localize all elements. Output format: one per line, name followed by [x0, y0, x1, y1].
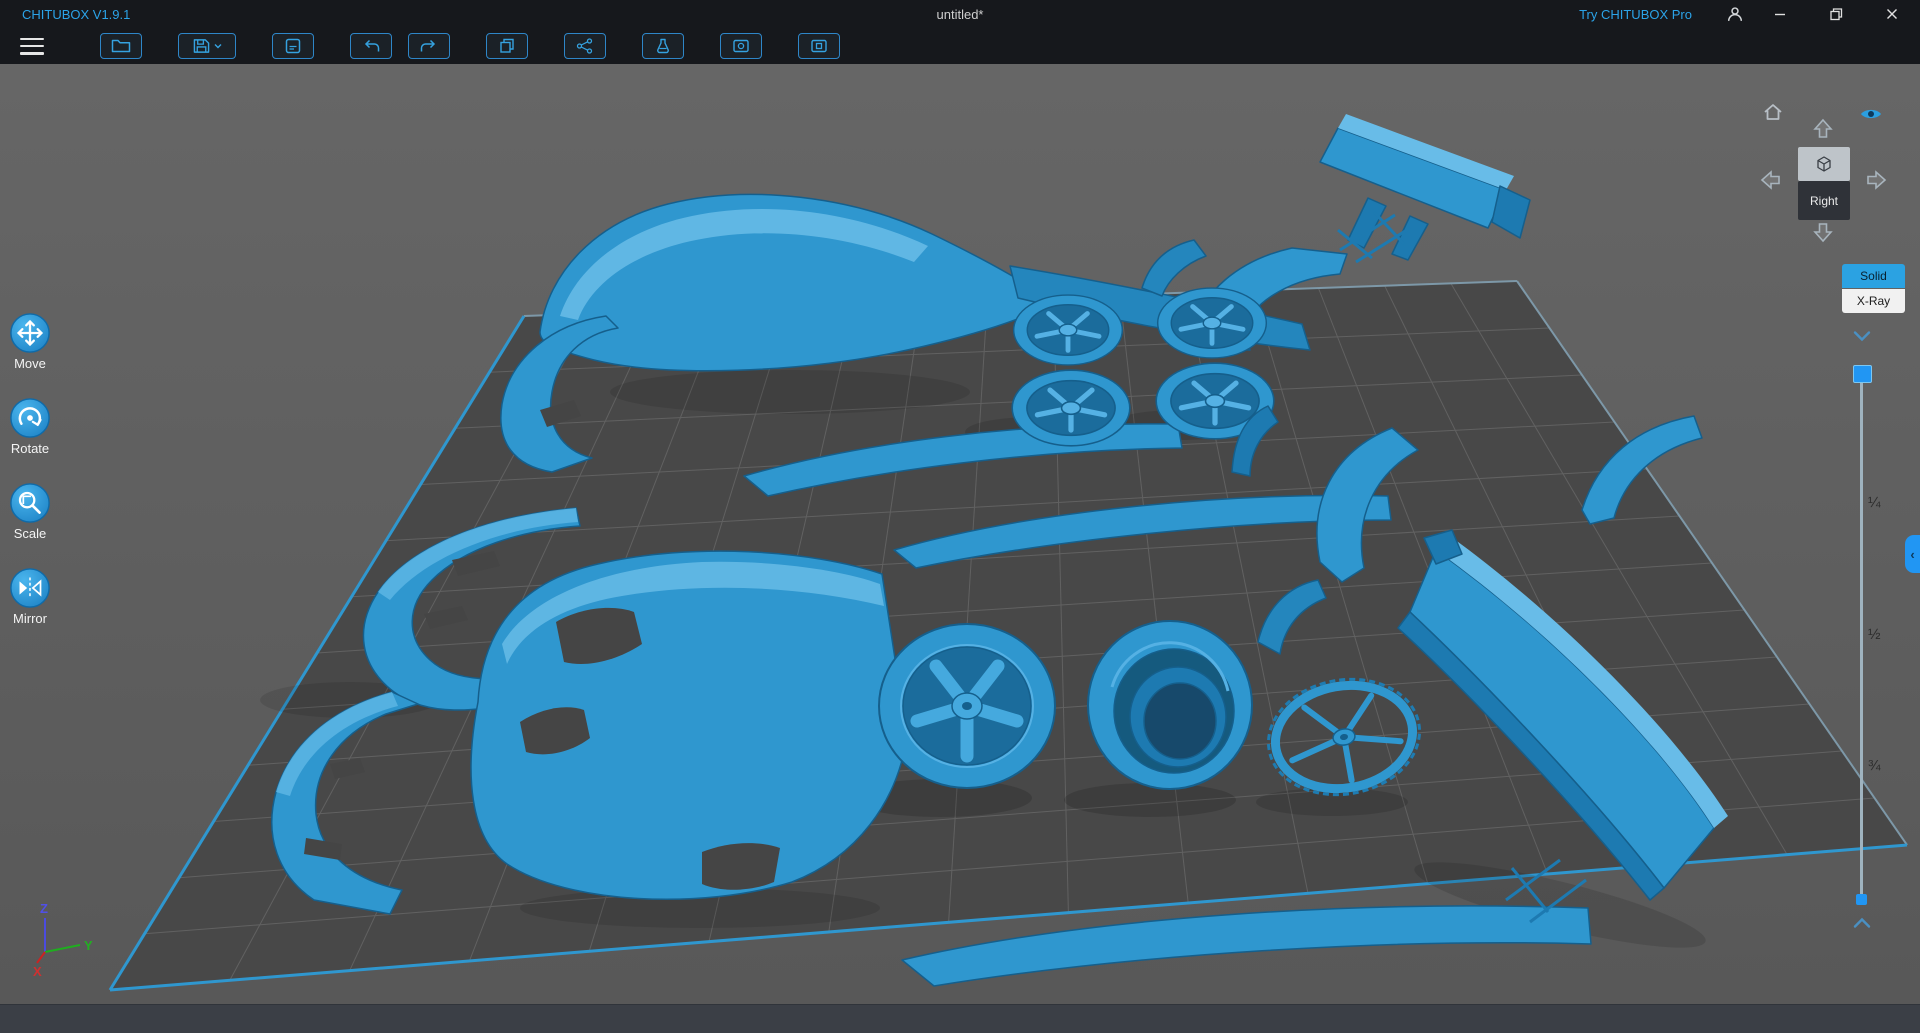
close-button[interactable]	[1864, 0, 1920, 28]
chevron-left-icon: ‹	[1910, 546, 1915, 562]
height-slider-track[interactable]	[1860, 370, 1863, 898]
toolbar-button-redo[interactable]	[408, 33, 450, 59]
view-home-button[interactable]	[1761, 100, 1785, 129]
user-account-button[interactable]	[1718, 0, 1752, 28]
view-cube-top-face[interactable]	[1798, 147, 1850, 181]
slider-label-quarter: ¼	[1868, 494, 1881, 511]
redo-arrow-icon	[420, 39, 436, 51]
slider-collapse-button[interactable]	[1852, 329, 1872, 348]
axis-y-label: Y	[84, 938, 93, 953]
viewport-3d-scene: Z Y X	[0, 64, 1920, 1004]
slider-label-half: ½	[1868, 626, 1881, 643]
minimize-icon	[1775, 13, 1785, 16]
model-part-wheel-large-left[interactable]	[878, 623, 1056, 789]
tool-move[interactable]: Move	[9, 312, 51, 371]
tool-mirror-label: Mirror	[13, 611, 47, 626]
tool-move-label: Move	[14, 356, 46, 371]
render-mode-xray-label: X-Ray	[1856, 294, 1891, 308]
view-rotate-down-button[interactable]	[1811, 220, 1835, 249]
maximize-icon	[1830, 8, 1843, 21]
viewport-3d: Z Y X Move Rotate Scale Mirror Right Sol…	[0, 64, 1920, 1004]
toolbar-button-undo[interactable]	[350, 33, 392, 59]
eye-icon	[1861, 109, 1881, 119]
render-mode-xray-button[interactable]: X-Ray	[1842, 289, 1905, 313]
render-mode-solid-button[interactable]: Solid	[1842, 264, 1905, 288]
settings-panel-flyout-handle[interactable]: ‹	[1905, 535, 1920, 573]
tool-rotate-label: Rotate	[10, 441, 50, 456]
model-part-wheel-small-3[interactable]	[1012, 370, 1130, 446]
axis-x-label: X	[33, 964, 42, 979]
user-icon	[1727, 7, 1743, 21]
toolbar-button-open[interactable]	[100, 33, 142, 59]
toolbar-button-resin[interactable]	[642, 33, 684, 59]
axis-z-label: Z	[40, 901, 48, 916]
title-bar: CHITUBOX V1.9.1 untitled* Try CHITUBOX P…	[0, 0, 1920, 28]
bottom-status-bar	[0, 1004, 1920, 1033]
height-slider-end-marker	[1856, 894, 1867, 905]
app-title: CHITUBOX V1.9.1	[22, 6, 131, 22]
home-icon	[1764, 104, 1782, 120]
view-rotate-up-button[interactable]	[1811, 117, 1835, 146]
tool-scale[interactable]: Scale	[9, 482, 51, 541]
toolbar-button-dig-hole[interactable]	[798, 33, 840, 59]
maximize-button[interactable]	[1808, 0, 1864, 28]
minimize-button[interactable]	[1752, 0, 1808, 28]
scale-icon	[10, 483, 50, 523]
toolbar-button-hollow[interactable]	[720, 33, 762, 59]
toolbar-button-project[interactable]	[272, 33, 314, 59]
model-part-wheel-barrel-right[interactable]	[1087, 620, 1253, 790]
tool-mirror[interactable]: Mirror	[9, 567, 51, 626]
view-orientation-label: Right	[1809, 193, 1838, 208]
toolbar-button-auto-layout[interactable]	[564, 33, 606, 59]
mirror-icon	[10, 568, 50, 608]
chevron-up-icon	[1853, 917, 1871, 928]
network-icon	[576, 38, 593, 54]
folder-icon	[111, 39, 131, 53]
rotate-icon	[10, 398, 50, 438]
punch-hole-icon	[811, 39, 827, 53]
transform-tools-panel: Move Rotate Scale Mirror	[2, 312, 58, 652]
close-icon	[1887, 9, 1897, 19]
model-part-wheel-small-2[interactable]	[1158, 288, 1267, 358]
save-icon	[193, 39, 209, 53]
arrow-left-icon	[1760, 170, 1780, 190]
view-cube-orientation[interactable]: Right	[1798, 181, 1850, 220]
undo-arrow-icon	[364, 39, 380, 51]
tool-scale-label: Scale	[13, 526, 47, 541]
chevron-down-icon	[1853, 331, 1871, 342]
arrow-down-icon	[1813, 223, 1833, 243]
slider-label-three-quarter: ¾	[1868, 757, 1881, 774]
flask-icon	[657, 38, 669, 54]
model-part-hood[interactable]	[470, 550, 908, 900]
view-rotate-left-button[interactable]	[1759, 168, 1783, 197]
view-rotate-right-button[interactable]	[1864, 168, 1888, 197]
try-pro-link[interactable]: Try CHITUBOX Pro	[1579, 7, 1692, 22]
view-visibility-button[interactable]	[1859, 104, 1883, 129]
render-mode-solid-label: Solid	[1860, 269, 1887, 283]
cube-icon	[1817, 156, 1831, 172]
arrow-up-icon	[1813, 118, 1833, 138]
tool-rotate[interactable]: Rotate	[9, 397, 51, 456]
height-slider-handle[interactable]	[1853, 365, 1872, 383]
arrow-right-icon	[1867, 170, 1887, 190]
move-icon	[10, 313, 50, 353]
slider-expand-button[interactable]	[1852, 916, 1872, 935]
copy-icon	[500, 38, 514, 53]
hollow-box-icon	[733, 39, 749, 53]
file-box-icon	[285, 38, 301, 54]
toolbar-button-copy[interactable]	[486, 33, 528, 59]
chevron-down-icon	[214, 44, 221, 49]
main-toolbar	[0, 28, 1920, 64]
toolbar-button-save[interactable]	[178, 33, 236, 59]
model-part-wheel-small-1[interactable]	[1014, 295, 1123, 365]
menu-button[interactable]	[20, 37, 44, 55]
